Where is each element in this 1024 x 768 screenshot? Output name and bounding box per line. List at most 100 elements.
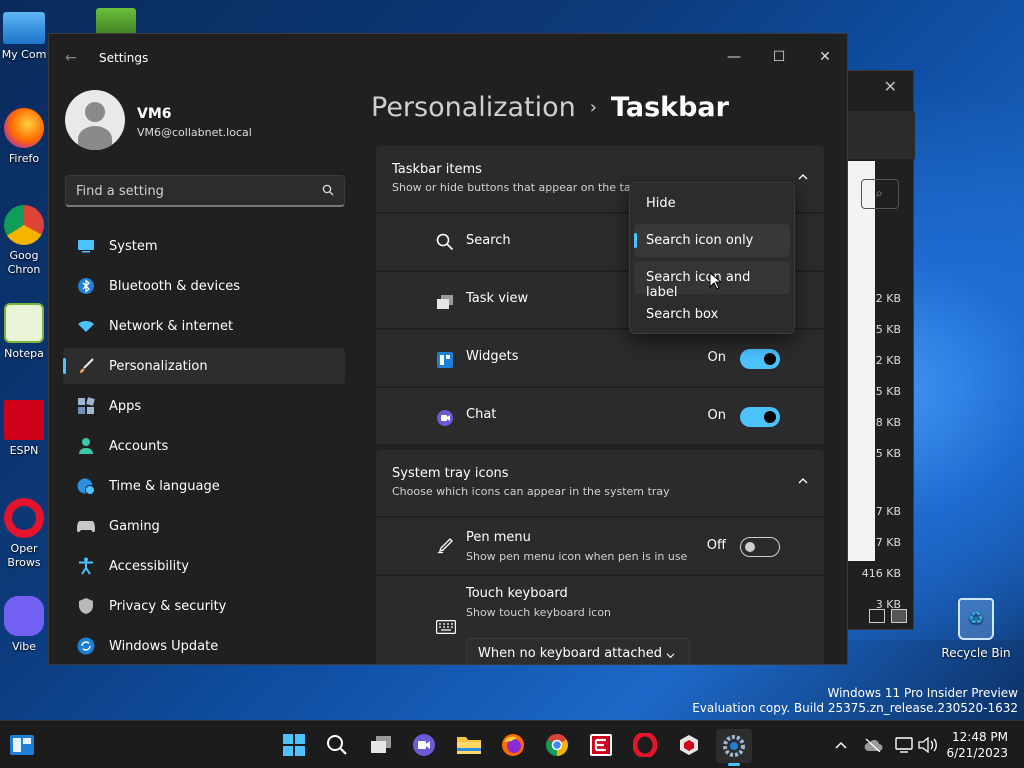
desktop-icon-label: Oper Brows: [7, 542, 41, 569]
desktop-icon-firefox[interactable]: Firefo: [0, 108, 48, 165]
chrome-button[interactable]: [543, 731, 571, 759]
dropdown-option-search-icon-only[interactable]: Search icon only: [634, 224, 790, 257]
network-icon: [895, 737, 913, 753]
desktop-icon-opera[interactable]: Oper Brows: [0, 498, 48, 570]
volume-button[interactable]: [918, 735, 938, 755]
espn-button[interactable]: [587, 731, 615, 759]
taskbar-search-button[interactable]: [323, 731, 351, 759]
desktop-icon-viber[interactable]: Vibe: [0, 596, 48, 653]
file-size: 5 KB: [875, 385, 901, 398]
breadcrumb-parent[interactable]: Personalization: [371, 92, 576, 123]
desktop-icon-recycle-bin[interactable]: Recycle Bin: [940, 598, 1012, 660]
update-icon: [77, 637, 95, 655]
network-button[interactable]: [895, 735, 915, 755]
row-label: Pen menu: [466, 530, 531, 545]
system-tray-header[interactable]: System tray icons Choose which icons can…: [376, 450, 824, 516]
pen-menu-toggle[interactable]: [740, 537, 780, 557]
row-description: Show touch keyboard icon: [466, 606, 612, 619]
sidebar-item-label: Accounts: [109, 438, 169, 454]
sidebar-item-bluetooth[interactable]: Bluetooth & devices: [63, 268, 345, 304]
user-profile[interactable]: VM6 VM6@collabnet.local: [65, 90, 252, 150]
start-button[interactable]: [280, 731, 308, 759]
app-icon: [680, 735, 698, 755]
tiles-view-icon[interactable]: [891, 609, 907, 623]
sidebar-item-personalization[interactable]: Personalization: [63, 348, 345, 384]
recycle-bin-label: Recycle Bin: [941, 646, 1011, 660]
search-input[interactable]: [76, 182, 306, 200]
file-explorer-button[interactable]: [455, 731, 483, 759]
task-view-button[interactable]: [367, 731, 395, 759]
breadcrumb: Personalization › Taskbar: [371, 92, 729, 123]
minimize-button[interactable]: —: [714, 42, 754, 72]
opera-button[interactable]: [631, 731, 659, 759]
desktop-icon-my-computer[interactable]: My Com: [0, 10, 48, 61]
bluetooth-icon: [77, 277, 95, 295]
sidebar-item-label: Windows Update: [109, 638, 219, 654]
sidebar-item-label: Personalization: [109, 358, 208, 374]
widgets-button[interactable]: [8, 731, 36, 759]
search-icon[interactable]: [322, 184, 334, 196]
desktop-icon-chrome[interactable]: Goog Chron: [0, 205, 48, 277]
sidebar-item-label: Gaming: [109, 518, 160, 534]
close-icon[interactable]: ✕: [884, 77, 897, 96]
person-icon: [77, 437, 95, 455]
sidebar-item-accounts[interactable]: Accounts: [63, 428, 345, 464]
chevron-up-icon[interactable]: [798, 172, 808, 182]
title-bar[interactable]: ← Settings — ☐ ✕: [49, 34, 847, 82]
chat-toggle[interactable]: [740, 407, 780, 427]
desktop-icon-label: ESPN: [9, 444, 39, 457]
sidebar-item-gaming[interactable]: Gaming: [63, 508, 345, 544]
app-button[interactable]: [675, 731, 703, 759]
sidebar-item-apps[interactable]: Apps: [63, 388, 345, 424]
search-icon: [436, 233, 454, 251]
back-arrow-icon[interactable]: ←: [65, 50, 77, 66]
row-description: Show pen menu icon when pen is in use: [466, 550, 688, 563]
accessibility-icon: [77, 557, 95, 575]
chevron-up-icon[interactable]: [798, 476, 808, 486]
dropdown-option-search-box[interactable]: Search box: [634, 298, 790, 331]
chat-button[interactable]: [410, 731, 438, 759]
firefox-icon: [4, 108, 44, 148]
explorer-search[interactable]: ⌕: [861, 179, 899, 209]
onedrive-button[interactable]: [863, 735, 883, 755]
explorer-window[interactable]: ✕ ⌕ 2 KB 5 KB 2 KB 5 KB 8 KB 5 KB 7 KB 7…: [846, 70, 915, 630]
sidebar-item-label: Bluetooth & devices: [109, 278, 240, 294]
sidebar-item-system[interactable]: System: [63, 228, 345, 264]
desktop-icon-espn[interactable]: ESPN: [0, 400, 48, 457]
widgets-toggle[interactable]: [740, 349, 780, 369]
avatar[interactable]: [65, 90, 125, 150]
touch-keyboard-select[interactable]: When no keyboard attached: [466, 638, 690, 664]
sidebar-item-network[interactable]: Network & internet: [63, 308, 345, 344]
sidebar-item-label: Apps: [109, 398, 142, 414]
dropdown-option-hide[interactable]: Hide: [634, 187, 790, 220]
show-hidden-icons-button[interactable]: [831, 735, 851, 755]
close-button[interactable]: ✕: [805, 42, 845, 72]
start-icon: [283, 734, 305, 756]
details-view-icon[interactable]: [869, 609, 885, 623]
section-title: Taskbar items: [392, 162, 482, 177]
tray-item-pen-menu[interactable]: Pen menu Show pen menu icon when pen is …: [376, 516, 824, 574]
settings-search[interactable]: [65, 175, 345, 207]
desktop-icon-notepad[interactable]: Notepa: [0, 303, 48, 360]
toggle-state-label: Off: [706, 538, 726, 553]
file-size: [862, 469, 901, 496]
task-view-icon: [371, 736, 391, 753]
tray-item-touch-keyboard[interactable]: Touch keyboard Show touch keyboard icon …: [376, 574, 824, 664]
sidebar-item-accessibility[interactable]: Accessibility: [63, 548, 345, 584]
chevron-down-icon: [666, 653, 675, 659]
speaker-icon: [918, 737, 937, 753]
maximize-button[interactable]: ☐: [759, 42, 799, 72]
row-label: Chat: [466, 407, 497, 422]
row-label: Search: [466, 233, 511, 248]
desktop-icon-label: Goog Chron: [7, 249, 41, 276]
settings-taskbar-button[interactable]: [716, 729, 752, 766]
sidebar-item-windows-update[interactable]: Windows Update: [63, 628, 345, 664]
toggle-state-label: On: [707, 350, 726, 365]
taskbar-clock[interactable]: 12:48 PM 6/21/2023: [946, 729, 1008, 761]
app-title: Settings: [99, 51, 149, 65]
sidebar-item-privacy-security[interactable]: Privacy & security: [63, 588, 345, 624]
firefox-button[interactable]: [499, 731, 527, 759]
taskbar-item-chat[interactable]: Chat On: [376, 386, 824, 444]
sidebar-item-time-language[interactable]: Time & language: [63, 468, 345, 504]
taskbar-item-widgets[interactable]: Widgets On: [376, 328, 824, 386]
